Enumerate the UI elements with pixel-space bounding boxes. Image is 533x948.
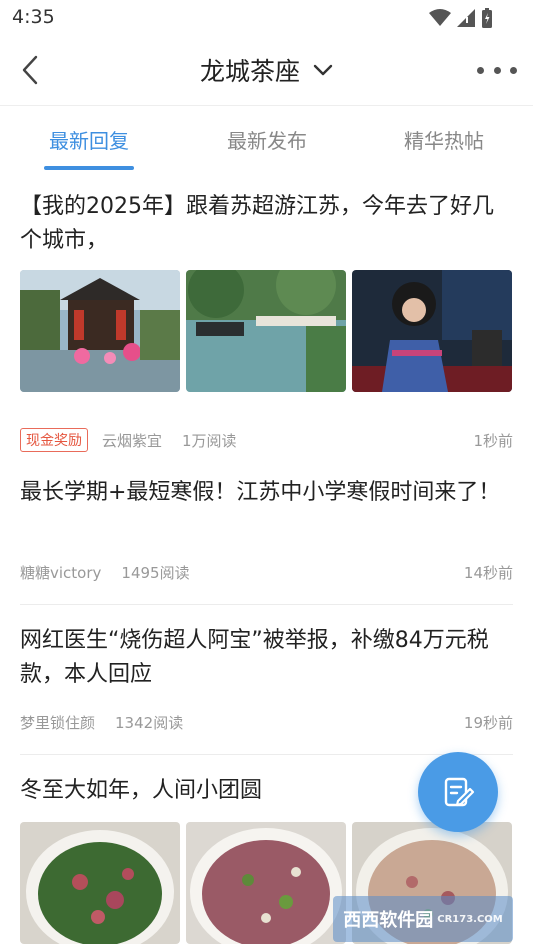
- post-time: 14秒前: [463, 564, 513, 582]
- status-icons: [429, 8, 493, 28]
- post-author[interactable]: 梦里锁住颜: [20, 712, 95, 733]
- read-count: 1万阅读: [182, 431, 237, 450]
- tab-label: 最新发布: [227, 128, 307, 153]
- compose-post-button[interactable]: [418, 752, 498, 832]
- post-meta: 现金奖励 云烟紫宜 1万阅读 1秒前: [20, 428, 513, 452]
- post-author[interactable]: 云烟紫宜: [102, 430, 162, 451]
- more-dot-icon: [493, 66, 501, 74]
- post-image[interactable]: [20, 822, 180, 944]
- post-image[interactable]: [20, 270, 180, 392]
- battery-icon: [482, 8, 492, 28]
- active-tab-indicator: [44, 166, 134, 170]
- performer-photo: [352, 270, 512, 392]
- tab-latest-post[interactable]: 最新发布: [206, 106, 328, 172]
- read-count: 1495阅读: [121, 564, 190, 582]
- post-time: 1秒前: [473, 431, 513, 450]
- divider: [20, 754, 513, 755]
- tab-featured[interactable]: 精华热帖: [383, 106, 505, 172]
- cash-reward-badge: 现金奖励: [20, 428, 88, 452]
- post-image[interactable]: [186, 822, 346, 944]
- forum-title-selector[interactable]: 龙城茶座: [0, 52, 533, 88]
- dumpling-filling-photo: [20, 822, 180, 944]
- post-image[interactable]: [186, 270, 346, 392]
- post-meta: 梦里锁住颜 1342阅读 19秒前: [20, 712, 513, 733]
- post-title: 【我的2025年】跟着苏超游江苏，今年去了好几个城市，: [20, 194, 494, 253]
- post-meta: 糖糖victory 1495阅读 14秒前: [20, 562, 513, 583]
- watermark-text: 西西软件园: [343, 910, 434, 931]
- wifi-icon: [429, 9, 451, 26]
- tab-latest-reply[interactable]: 最新回复: [28, 106, 150, 172]
- signal-icon: [457, 9, 475, 27]
- watermark-logo: 西西软件园 CR173.COM: [333, 896, 513, 942]
- more-dot-icon: [477, 66, 484, 74]
- pavilion-photo: [20, 270, 180, 392]
- post-title: 网红医生“烧伤超人阿宝”被举报，补缴84万元税款，本人回应: [20, 628, 489, 687]
- status-time: 4:35: [12, 6, 55, 28]
- dumpling-filling-photo: [186, 822, 346, 944]
- more-dot-icon: [510, 66, 517, 74]
- status-bar: 4:35: [0, 0, 533, 36]
- tab-label: 最新回复: [49, 128, 129, 153]
- canal-photo: [186, 270, 346, 392]
- chevron-down-icon: [313, 64, 333, 76]
- post-author[interactable]: 糖糖victory: [20, 562, 101, 583]
- post-item[interactable]: 网红医生“烧伤超人阿宝”被举报，补缴84万元税款，本人回应 梦里锁住颜 1342…: [20, 624, 513, 732]
- watermark-sub: CR173.COM: [437, 913, 503, 925]
- divider: [20, 604, 513, 605]
- more-button[interactable]: [477, 60, 517, 80]
- edit-icon: [444, 777, 475, 807]
- post-time: 19秒前: [463, 714, 513, 732]
- post-item[interactable]: 最长学期+最短寒假！江苏中小学寒假时间来了！ 糖糖victory 1495阅读 …: [20, 476, 513, 582]
- nav-bar: 龙城茶座: [0, 36, 533, 106]
- post-thumbnails: [20, 270, 513, 392]
- tab-label: 精华热帖: [404, 128, 484, 153]
- read-count: 1342阅读: [115, 714, 184, 732]
- tab-bar: 最新回复 最新发布 精华热帖: [0, 106, 533, 172]
- post-item[interactable]: 【我的2025年】跟着苏超游江苏，今年去了好几个城市， 现金奖励 云烟紫宜 1万…: [20, 190, 513, 452]
- post-title: 最长学期+最短寒假！江苏中小学寒假时间来了！: [20, 480, 501, 505]
- page-title: 龙城茶座: [199, 57, 300, 86]
- post-image[interactable]: [352, 270, 512, 392]
